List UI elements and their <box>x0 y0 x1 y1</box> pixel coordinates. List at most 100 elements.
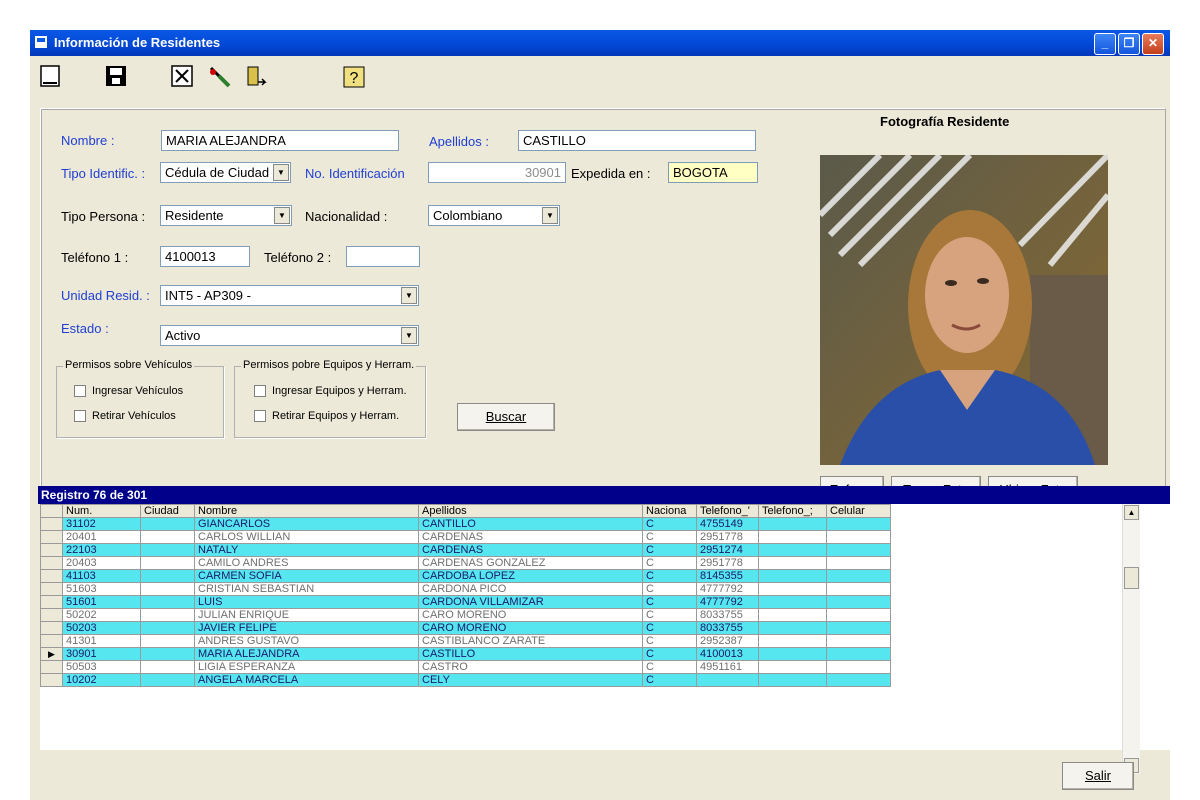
table-cell-nombre[interactable]: GIANCARLOS <box>194 517 419 531</box>
table-cell-num[interactable]: 31102 <box>62 517 141 531</box>
table-cell-tel1[interactable]: 2951778 <box>696 556 759 570</box>
table-cell-ciudad[interactable] <box>140 582 195 596</box>
tipo-identificacion-select[interactable]: Cédula de Ciudadanía ▼ <box>160 162 291 183</box>
checkbox-box[interactable] <box>74 410 86 423</box>
retirar-vehiculos-checkbox[interactable]: Retirar Vehículos <box>74 410 176 423</box>
table-cell-apellidos[interactable]: CANTILLO <box>418 517 643 531</box>
telefono2-field[interactable] <box>346 246 420 267</box>
exit-icon[interactable] <box>242 64 270 92</box>
table-cell-num[interactable]: 10202 <box>62 673 141 687</box>
table-row[interactable]: 41103 CARMEN SOFIA CARDOBA LOPEZ C 8145355 <box>40 569 891 583</box>
table-cell-apellidos[interactable]: CASTILLO <box>418 647 643 661</box>
estado-select[interactable]: Activo ▼ <box>160 325 419 346</box>
table-cell-apellidos[interactable]: CARDOBA LOPEZ <box>418 569 643 583</box>
column-header[interactable]: Naciona <box>642 504 697 518</box>
table-cell-nombre[interactable]: CRISTIAN SEBASTIAN <box>194 582 419 596</box>
table-cell-tel1[interactable]: 4777792 <box>696 595 759 609</box>
table-row[interactable]: 20401 CARLOS WILLIAN CARDENAS C 2951778 <box>40 530 891 544</box>
checkbox-box[interactable] <box>254 385 266 398</box>
residents-table[interactable]: Num. Ciudad Nombre Apellidos Naciona Tel… <box>40 504 891 687</box>
table-cell-ciudad[interactable] <box>140 647 195 661</box>
table-cell-nac[interactable]: C <box>642 595 697 609</box>
table-cell-nac[interactable]: C <box>642 673 697 687</box>
table-cell-nombre[interactable]: CAMILO ANDRES <box>194 556 419 570</box>
row-selector[interactable] <box>40 530 63 544</box>
table-cell-num[interactable]: 30901 <box>62 647 141 661</box>
table-cell-nombre[interactable]: LIGIA ESPERANZA <box>194 660 419 674</box>
table-cell-tel2[interactable] <box>758 673 827 687</box>
table-cell-tel2[interactable] <box>758 517 827 531</box>
minimize-button[interactable]: _ <box>1094 33 1116 55</box>
table-cell-cel[interactable] <box>826 634 891 648</box>
table-cell-cel[interactable] <box>826 582 891 596</box>
table-cell-cel[interactable] <box>826 517 891 531</box>
chevron-down-icon[interactable]: ▼ <box>273 164 289 181</box>
table-cell-tel1[interactable]: 2951778 <box>696 530 759 544</box>
table-cell-nac[interactable]: C <box>642 582 697 596</box>
table-cell-tel2[interactable] <box>758 582 827 596</box>
table-cell-nombre[interactable]: NATALY <box>194 543 419 557</box>
tipo-persona-select[interactable]: Residente ▼ <box>160 205 292 226</box>
table-cell-cel[interactable] <box>826 673 891 687</box>
table-cell-apellidos[interactable]: CARO MORENO <box>418 608 643 622</box>
telefono1-field[interactable]: 4100013 <box>160 246 250 267</box>
table-cell-num[interactable]: 51601 <box>62 595 141 609</box>
table-cell-nombre[interactable]: JAVIER FELIPE <box>194 621 419 635</box>
table-cell-tel2[interactable] <box>758 556 827 570</box>
table-cell-nac[interactable]: C <box>642 517 697 531</box>
table-cell-ciudad[interactable] <box>140 556 195 570</box>
table-cell-num[interactable]: 20403 <box>62 556 141 570</box>
row-selector[interactable] <box>40 517 63 531</box>
edit-icon[interactable] <box>206 64 234 92</box>
table-cell-nombre[interactable]: MARIA ALEJANDRA <box>194 647 419 661</box>
table-cell-nombre[interactable]: CARMEN SOFIA <box>194 569 419 583</box>
table-cell-nombre[interactable]: ANGELA MARCELA <box>194 673 419 687</box>
table-cell-nac[interactable]: C <box>642 530 697 544</box>
table-cell-cel[interactable] <box>826 530 891 544</box>
row-selector[interactable] <box>40 569 63 583</box>
table-cell-tel1[interactable]: 4777792 <box>696 582 759 596</box>
table-cell-tel1[interactable]: 2952387 <box>696 634 759 648</box>
table-cell-apellidos[interactable]: CARDENAS <box>418 543 643 557</box>
table-cell-nac[interactable]: C <box>642 634 697 648</box>
column-header[interactable]: Celular <box>826 504 891 518</box>
table-cell-tel1[interactable]: 4100013 <box>696 647 759 661</box>
table-cell-apellidos[interactable]: CELY <box>418 673 643 687</box>
table-cell-num[interactable]: 22103 <box>62 543 141 557</box>
table-cell-tel2[interactable] <box>758 660 827 674</box>
expedida-field[interactable]: BOGOTA <box>668 162 758 183</box>
table-cell-nombre[interactable]: LUIS <box>194 595 419 609</box>
table-cell-apellidos[interactable]: CARDENAS GONZALEZ <box>418 556 643 570</box>
column-header[interactable]: Nombre <box>194 504 419 518</box>
table-row[interactable]: 50202 JULIAN ENRIQUE CARO MORENO C 8033755 <box>40 608 891 622</box>
table-cell-nac[interactable]: C <box>642 660 697 674</box>
table-cell-num[interactable]: 41103 <box>62 569 141 583</box>
column-header[interactable]: Telefono_; <box>758 504 827 518</box>
table-cell-apellidos[interactable]: CARDONA VILLAMIZAR <box>418 595 643 609</box>
buscar-button[interactable]: Buscar <box>457 403 555 431</box>
ingresar-vehiculos-checkbox[interactable]: Ingresar Vehículos <box>74 385 183 398</box>
nombre-field[interactable]: MARIA ALEJANDRA <box>161 130 399 151</box>
row-selector[interactable] <box>40 556 63 570</box>
chevron-down-icon[interactable]: ▼ <box>401 287 417 304</box>
table-cell-nombre[interactable]: JULIAN ENRIQUE <box>194 608 419 622</box>
checkbox-box[interactable] <box>74 385 86 398</box>
table-row[interactable]: 31102 GIANCARLOS CANTILLO C 4755149 <box>40 517 891 531</box>
new-icon[interactable] <box>36 64 64 92</box>
table-cell-tel2[interactable] <box>758 543 827 557</box>
row-selector[interactable] <box>40 621 63 635</box>
chevron-down-icon[interactable]: ▼ <box>401 327 417 344</box>
table-cell-tel2[interactable] <box>758 634 827 648</box>
row-selector[interactable] <box>40 582 63 596</box>
table-cell-num[interactable]: 20401 <box>62 530 141 544</box>
table-cell-apellidos[interactable]: CARDONA PICO <box>418 582 643 596</box>
table-cell-ciudad[interactable] <box>140 608 195 622</box>
column-header[interactable]: Num. <box>62 504 141 518</box>
unidad-residencial-select[interactable]: INT5 - AP309 - ▼ <box>160 285 419 306</box>
table-row[interactable]: 41301 ANDRES GUSTAVO CASTIBLANCO ZARATE C 29… <box>40 634 891 648</box>
table-cell-tel2[interactable] <box>758 647 827 661</box>
table-cell-ciudad[interactable] <box>140 673 195 687</box>
row-selector[interactable] <box>40 595 63 609</box>
table-cell-tel2[interactable] <box>758 530 827 544</box>
table-cell-num[interactable]: 50203 <box>62 621 141 635</box>
